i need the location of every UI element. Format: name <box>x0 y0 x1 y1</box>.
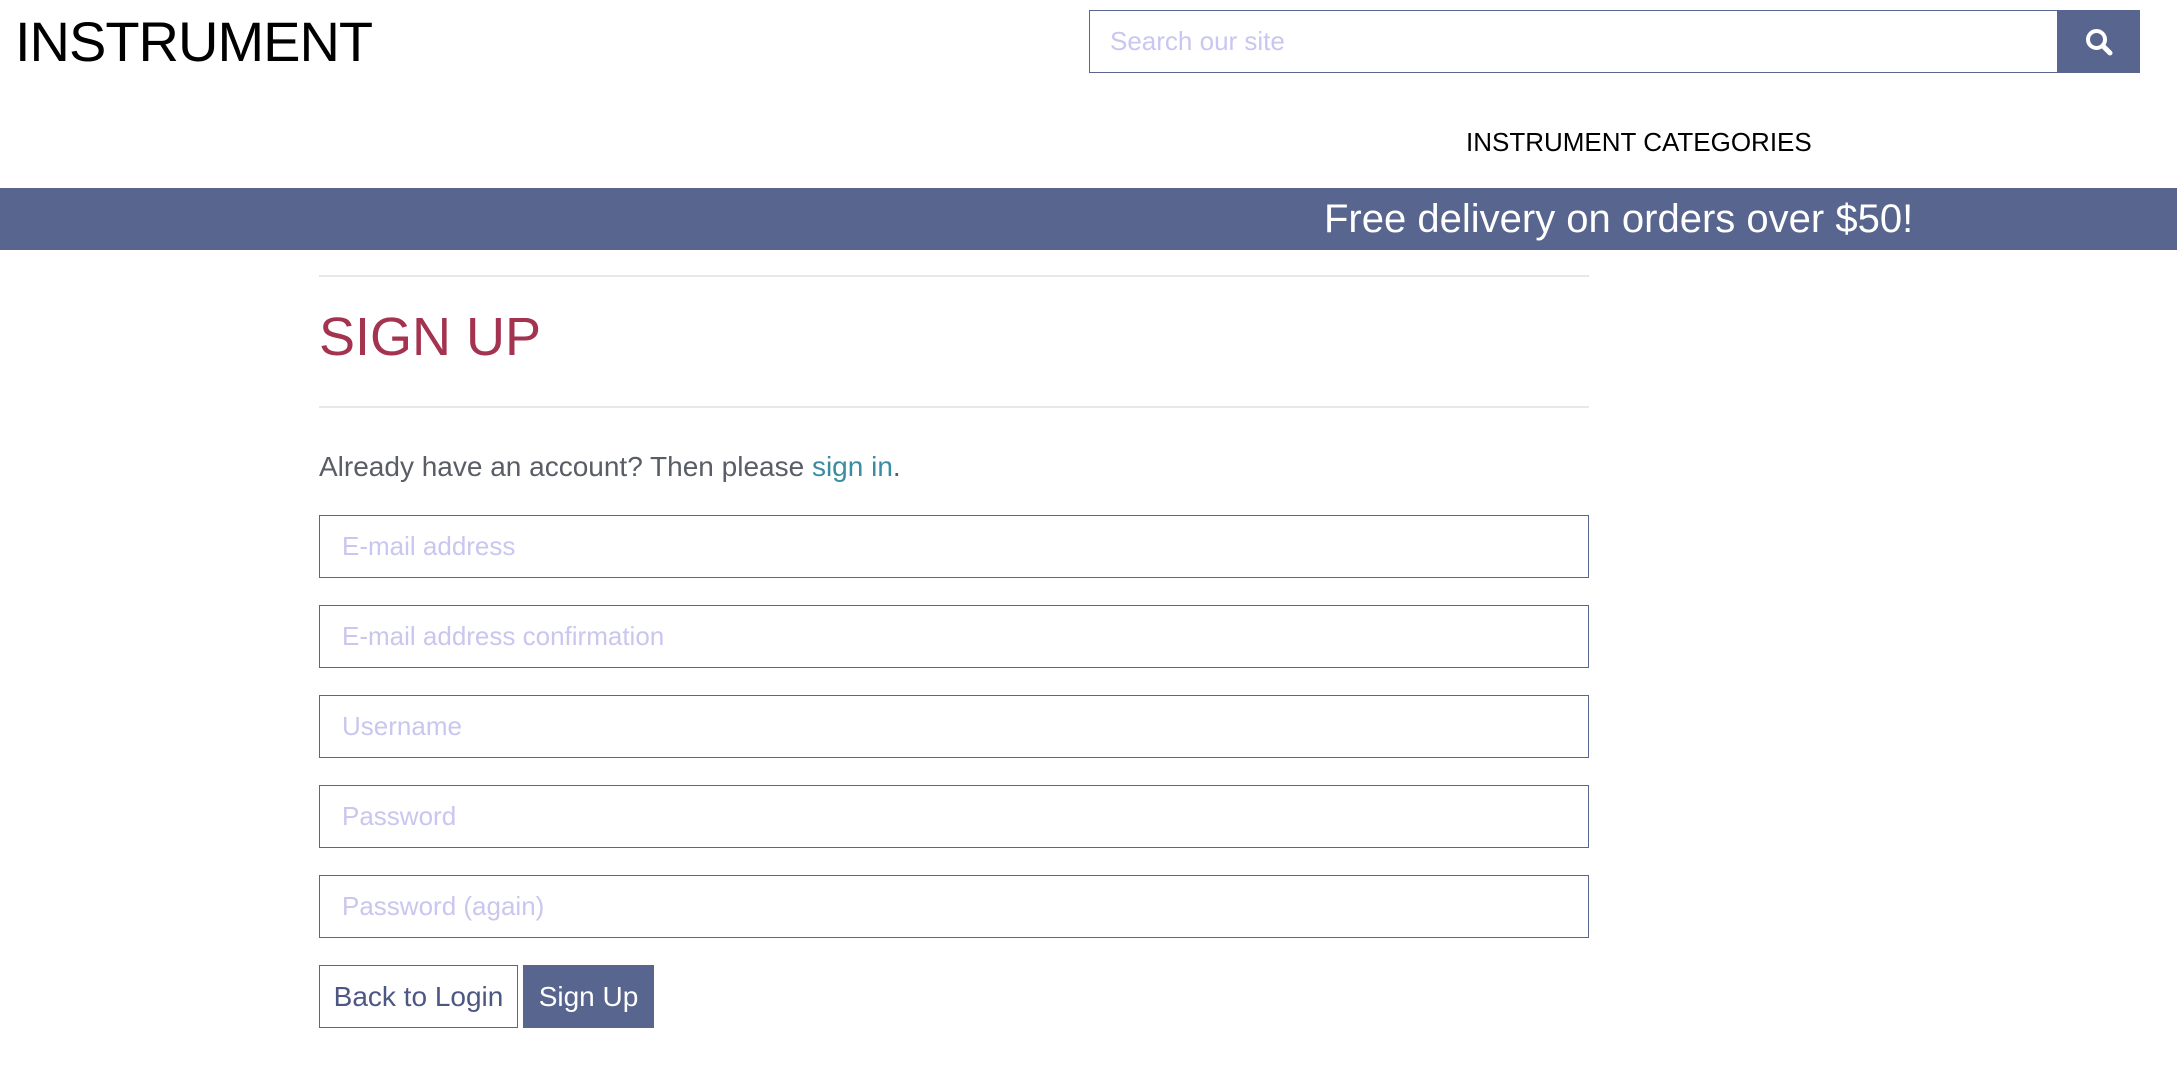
search-input[interactable] <box>1089 10 2058 73</box>
page-title: SIGN UP <box>319 307 542 367</box>
email-field[interactable] <box>319 515 1589 578</box>
signin-prompt-suffix: . <box>892 451 901 482</box>
site-logo[interactable]: INSTRUMENT <box>15 10 373 74</box>
password-field[interactable] <box>319 785 1589 848</box>
password-again-field[interactable] <box>319 875 1589 938</box>
promo-banner-text: Free delivery on orders over $50! <box>1324 197 1914 241</box>
promo-banner: Free delivery on orders over $50! <box>0 188 2177 250</box>
back-to-login-button[interactable]: Back to Login <box>319 965 518 1028</box>
search-button[interactable] <box>2057 10 2140 73</box>
site-header: INSTRUMENT INSTRUMENT CATEGORIES <box>0 0 2177 188</box>
signin-link[interactable]: sign in <box>812 451 893 482</box>
email-confirmation-field[interactable] <box>319 605 1589 668</box>
nav-instrument-categories[interactable]: INSTRUMENT CATEGORIES <box>1466 125 1812 159</box>
divider <box>319 275 1589 277</box>
sign-up-button[interactable]: Sign Up <box>523 965 654 1028</box>
search-icon <box>2085 28 2112 55</box>
signin-prompt-text: Already have an account? Then please <box>319 451 812 482</box>
divider <box>319 406 1589 408</box>
signin-prompt: Already have an account? Then please sig… <box>319 450 901 484</box>
username-field[interactable] <box>319 695 1589 758</box>
